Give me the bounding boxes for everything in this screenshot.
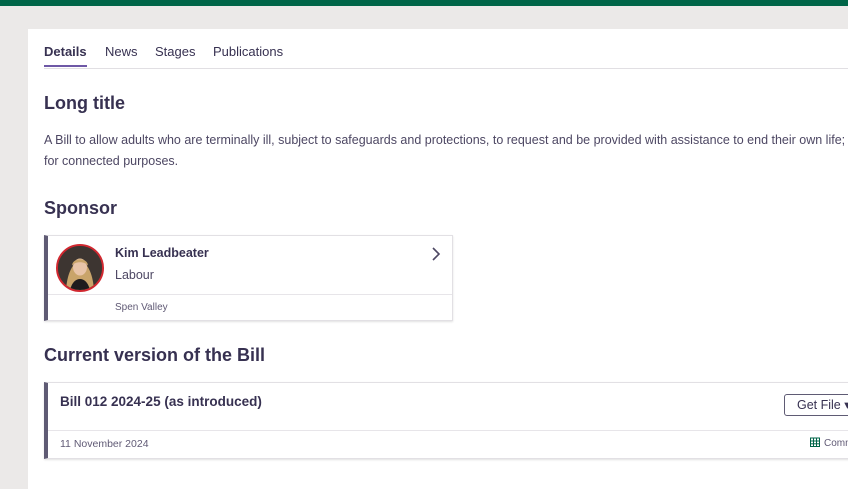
long-title-heading: Long title bbox=[44, 93, 125, 113]
tab-stages[interactable]: Stages bbox=[155, 44, 195, 65]
bill-details-panel: Details News Stages Publications Long ti… bbox=[28, 29, 848, 489]
bill-version-date: 11 November 2024 bbox=[60, 438, 149, 450]
tab-bar: Details News Stages Publications bbox=[44, 44, 848, 69]
sponsor-name[interactable]: Kim Leadbeater bbox=[115, 246, 209, 260]
bill-version-card: Bill 012 2024-25 (as introduced) Get Fil… bbox=[44, 382, 848, 459]
get-file-label: Get File bbox=[797, 398, 841, 412]
current-version-heading: Current version of the Bill bbox=[44, 345, 266, 365]
sponsor-constituency: Spen Valley bbox=[115, 302, 168, 313]
tab-news[interactable]: News bbox=[105, 44, 138, 65]
chevron-right-icon[interactable] bbox=[430, 246, 442, 262]
sponsor-heading: Sponsor bbox=[44, 198, 118, 218]
house-badge: Commons bbox=[810, 437, 848, 449]
card-divider bbox=[48, 430, 848, 431]
card-divider bbox=[48, 294, 452, 295]
portcullis-icon bbox=[810, 437, 820, 447]
tab-details[interactable]: Details bbox=[44, 44, 87, 67]
site-header-bar bbox=[0, 0, 848, 6]
tab-publications[interactable]: Publications bbox=[213, 44, 283, 65]
long-title-text: A Bill to allow adults who are terminall… bbox=[44, 133, 848, 168]
bill-version-title[interactable]: Bill 012 2024-25 (as introduced) bbox=[60, 394, 262, 409]
house-label: Commons bbox=[824, 438, 848, 449]
get-file-button[interactable]: Get File ▾ bbox=[784, 394, 848, 416]
sponsor-party: Labour bbox=[115, 268, 154, 282]
avatar bbox=[56, 244, 104, 292]
sponsor-card[interactable]: Kim Leadbeater Labour Spen Valley bbox=[44, 235, 453, 321]
